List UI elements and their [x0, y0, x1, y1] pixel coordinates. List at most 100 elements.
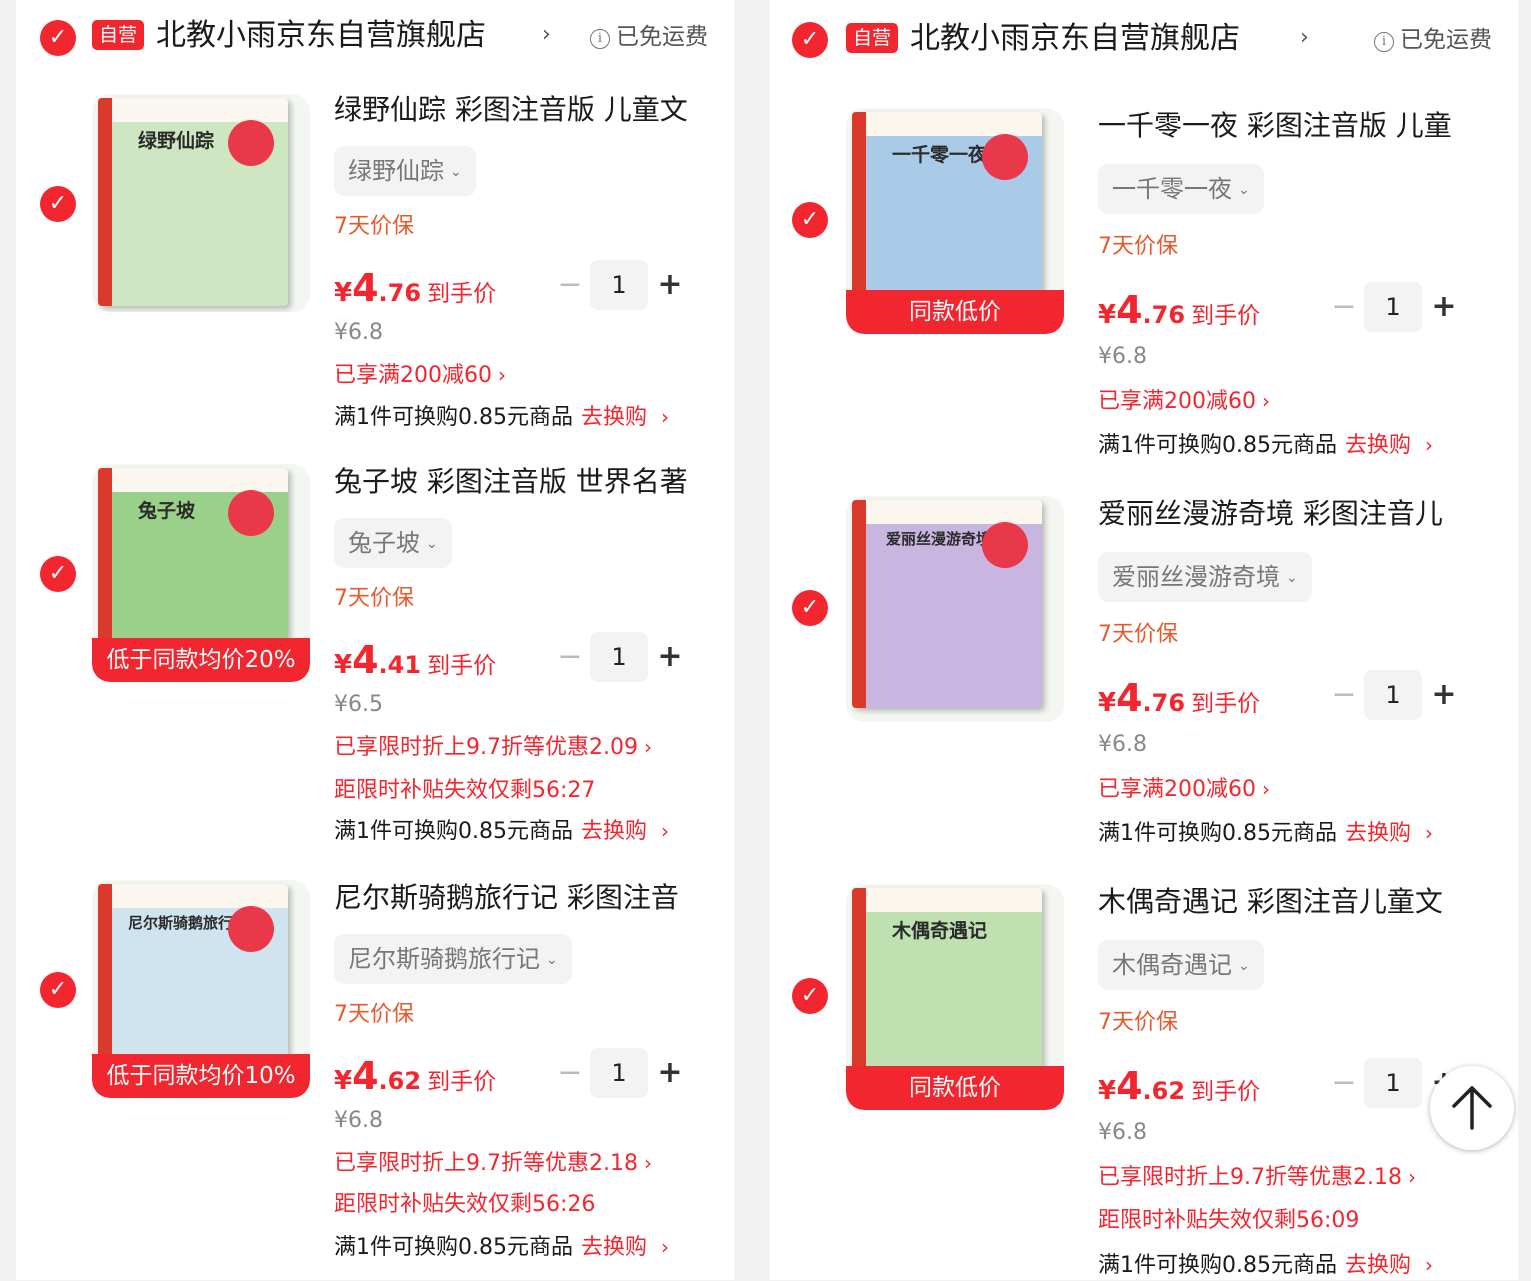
- item-select-check-icon[interactable]: ✓: [40, 972, 76, 1008]
- decrease-button[interactable]: −: [1330, 282, 1358, 332]
- quantity-value[interactable]: 1: [590, 260, 648, 310]
- chevron-right-icon[interactable]: ›: [1425, 821, 1433, 845]
- exchange-link[interactable]: 去换购: [581, 1235, 647, 1260]
- product-image[interactable]: 尼尔斯骑鹅旅行记 低于同款均价10%: [92, 880, 310, 1098]
- price-decimal: .41: [378, 651, 422, 679]
- item-select-check-icon[interactable]: ✓: [792, 202, 828, 238]
- price-guarantee: 7天价保: [334, 1002, 414, 1027]
- book-top-strip: [112, 884, 288, 908]
- promo-line[interactable]: 已享限时折上9.7折等优惠2.18 ›: [334, 1148, 652, 1179]
- decrease-button[interactable]: −: [556, 1048, 584, 1098]
- chevron-right-icon[interactable]: ›: [661, 819, 669, 843]
- sku-selector[interactable]: 兔子坡 ⌄: [334, 518, 452, 568]
- item-select-check-icon[interactable]: ✓: [792, 590, 828, 626]
- increase-button[interactable]: +: [1430, 670, 1458, 720]
- store-select-check-icon[interactable]: ✓: [40, 20, 76, 56]
- cover-badge: [228, 906, 274, 952]
- chevron-right-icon[interactable]: ›: [661, 1235, 669, 1259]
- product-image[interactable]: 爱丽丝漫游奇境: [846, 496, 1064, 722]
- price-compare-ribbon: 低于同款均价20%: [92, 638, 310, 682]
- price-guarantee: 7天价保: [1098, 622, 1178, 647]
- chevron-right-icon[interactable]: ›: [1425, 433, 1433, 457]
- sku-selector[interactable]: 木偶奇遇记 ⌄: [1098, 940, 1264, 990]
- info-icon[interactable]: i: [590, 29, 610, 49]
- sku-selector[interactable]: 绿野仙踪 ⌄: [334, 146, 476, 196]
- sku-label: 尼尔斯骑鹅旅行记: [348, 945, 540, 973]
- quantity-value[interactable]: 1: [1364, 670, 1422, 720]
- self-operated-badge: 自营: [92, 20, 145, 50]
- original-price: ¥6.8: [1098, 344, 1147, 369]
- quantity-value[interactable]: 1: [1364, 282, 1422, 332]
- store-name[interactable]: 北教小雨京东自营旗舰店: [910, 17, 1240, 61]
- exchange-text: 满1件可换购0.85元商品: [334, 405, 573, 430]
- promo-text: 已享满200减60: [1098, 389, 1256, 414]
- item-select-check-icon[interactable]: ✓: [40, 556, 76, 592]
- quantity-stepper: − 1 +: [1330, 282, 1460, 332]
- decrease-button[interactable]: −: [1330, 1058, 1358, 1108]
- cart-store-card: ✓ 自营 北教小雨京东自营旗舰店 › i 已免运费 ✓ 绿野仙踪 绿野仙踪 彩图注…: [16, 0, 734, 1280]
- exchange-link[interactable]: 去换购: [1345, 433, 1411, 458]
- book-spine: [852, 112, 866, 320]
- quantity-value[interactable]: 1: [590, 1048, 648, 1098]
- exchange-link[interactable]: 去换购: [1345, 821, 1411, 846]
- chevron-right-icon[interactable]: ›: [1300, 25, 1309, 50]
- increase-button[interactable]: +: [1430, 282, 1458, 332]
- exchange-link[interactable]: 去换购: [581, 819, 647, 844]
- store-select-check-icon[interactable]: ✓: [792, 22, 828, 58]
- promo-line[interactable]: 已享满200减60 ›: [334, 360, 506, 391]
- promo-line[interactable]: 已享限时折上9.7折等优惠2.18 ›: [1098, 1162, 1416, 1193]
- product-title[interactable]: 木偶奇遇记 彩图注音儿童文: [1098, 882, 1488, 922]
- product-title[interactable]: 兔子坡 彩图注音版 世界名著: [334, 462, 714, 502]
- product-image[interactable]: 兔子坡 低于同款均价20%: [92, 464, 310, 682]
- exchange-line: 满1件可换购0.85元商品 去换购 ›: [334, 1232, 669, 1263]
- chevron-right-icon[interactable]: ›: [1425, 1253, 1433, 1277]
- product-image[interactable]: 一千零一夜 同款低价: [846, 108, 1064, 334]
- product-title[interactable]: 尼尔斯骑鹅旅行记 彩图注音: [334, 878, 714, 918]
- info-icon[interactable]: i: [1374, 32, 1394, 52]
- product-title[interactable]: 爱丽丝漫游奇境 彩图注音儿: [1098, 494, 1488, 534]
- chevron-right-icon: ›: [643, 1151, 652, 1175]
- price-currency: ¥: [1098, 688, 1117, 718]
- exchange-link[interactable]: 去换购: [1345, 1253, 1411, 1278]
- item-select-check-icon[interactable]: ✓: [792, 978, 828, 1014]
- price-compare-ribbon: 同款低价: [846, 1066, 1064, 1110]
- quantity-value[interactable]: 1: [590, 632, 648, 682]
- decrease-button[interactable]: −: [556, 632, 584, 682]
- book-top-strip: [866, 888, 1042, 912]
- original-price: ¥6.8: [334, 320, 383, 345]
- cover-badge: [228, 120, 274, 166]
- back-to-top-button[interactable]: [1430, 1066, 1514, 1150]
- promo-line[interactable]: 已享满200减60 ›: [1098, 774, 1270, 805]
- decrease-button[interactable]: −: [1330, 670, 1358, 720]
- sku-selector[interactable]: 尼尔斯骑鹅旅行记 ⌄: [334, 934, 572, 984]
- increase-button[interactable]: +: [656, 260, 684, 310]
- sku-selector[interactable]: 爱丽丝漫游奇境 ⌄: [1098, 552, 1312, 602]
- product-title[interactable]: 绿野仙踪 彩图注音版 儿童文: [334, 90, 714, 130]
- increase-button[interactable]: +: [656, 632, 684, 682]
- decrease-button[interactable]: −: [556, 260, 584, 310]
- exchange-line: 满1件可换购0.85元商品 去换购 ›: [1098, 1250, 1433, 1281]
- promo-text: 已享满200减60: [334, 363, 492, 388]
- price-unit-label: 到手价: [427, 653, 497, 679]
- promo-line[interactable]: 已享满200减60 ›: [1098, 386, 1270, 417]
- product-title[interactable]: 一千零一夜 彩图注音版 儿童: [1098, 106, 1488, 146]
- product-image[interactable]: 木偶奇遇记 同款低价: [846, 884, 1064, 1110]
- price-guarantee: 7天价保: [1098, 1010, 1178, 1035]
- quantity-stepper: − 1 +: [556, 1048, 686, 1098]
- shipping-text: 已免运费: [616, 24, 708, 50]
- increase-button[interactable]: +: [656, 1048, 684, 1098]
- exchange-line: 满1件可换购0.85元商品 去换购 ›: [1098, 818, 1433, 849]
- store-name[interactable]: 北教小雨京东自营旗舰店: [156, 14, 486, 58]
- subsidy-countdown: 距限时补贴失效仅剩56:26: [334, 1192, 596, 1217]
- price-integer: 4: [352, 638, 379, 682]
- promo-text: 已享限时折上9.7折等优惠2.09: [334, 735, 638, 760]
- product-image[interactable]: 绿野仙踪: [92, 94, 310, 312]
- chevron-right-icon[interactable]: ›: [661, 405, 669, 429]
- book-top-strip: [112, 468, 288, 492]
- sku-selector[interactable]: 一千零一夜 ⌄: [1098, 164, 1264, 214]
- promo-line[interactable]: 已享限时折上9.7折等优惠2.09 ›: [334, 732, 652, 763]
- chevron-right-icon[interactable]: ›: [542, 22, 551, 47]
- quantity-value[interactable]: 1: [1364, 1058, 1422, 1108]
- item-select-check-icon[interactable]: ✓: [40, 186, 76, 222]
- exchange-link[interactable]: 去换购: [581, 405, 647, 430]
